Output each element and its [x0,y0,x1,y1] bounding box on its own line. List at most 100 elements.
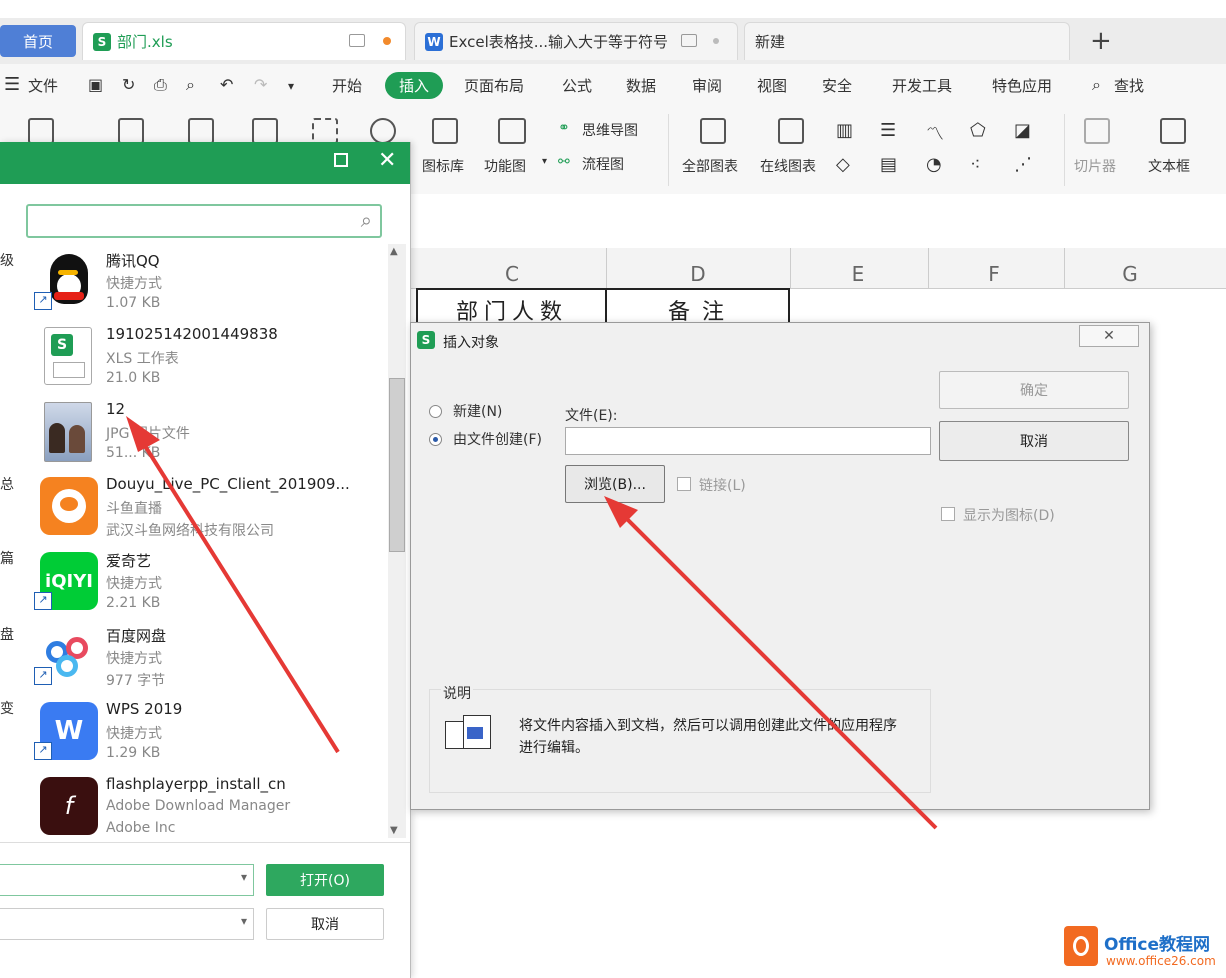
map-chart-icon[interactable]: ◇ [836,154,850,175]
dropdown-icon[interactable]: ▾ [542,156,547,167]
pivot-icon[interactable] [28,118,54,144]
radar-chart-icon[interactable]: ⬠ [970,120,986,141]
menu-security[interactable]: 安全 [822,75,852,96]
ribbon-textbox[interactable]: 文本框 [1148,156,1190,176]
online-charts-icon[interactable] [778,118,804,144]
menu-formula[interactable]: 公式 [562,75,592,96]
file-item[interactable]: f flashplayerpp_install_cn Adobe Downloa… [40,773,380,847]
shape-icon[interactable] [370,118,396,144]
ribbon-mind-map[interactable]: 思维导图 [582,120,638,140]
file-item[interactable]: ↗ 腾讯QQ 快捷方式 1.07 KB [34,248,380,322]
menu-data[interactable]: 数据 [626,75,656,96]
open-button[interactable]: 打开(O) [266,864,384,896]
scroll-down-icon[interactable]: ▼ [390,825,398,836]
slicer-icon[interactable] [1084,118,1110,144]
file-cancel-button[interactable]: 取消 [266,908,384,940]
file-item[interactable]: Douyu_Live_PC_Client_201909... 斗鱼直播 武汉斗鱼… [40,473,380,547]
browse-button[interactable]: 浏览(B)... [565,465,665,503]
picture-icon[interactable] [252,118,278,144]
more-dropdown-icon[interactable]: ▾ [288,79,294,93]
scatter-chart-icon[interactable]: ⁖ [970,154,981,175]
hamburger-icon[interactable]: ☰ [4,74,20,95]
ok-button[interactable]: 确定 [939,371,1129,409]
nav-label[interactable]: 篇 [0,548,14,568]
undo-icon[interactable]: ↶ [220,75,233,94]
all-charts-icon[interactable] [700,118,726,144]
menu-special-apps[interactable]: 特色应用 [992,75,1052,96]
column-header-g[interactable]: G [1110,262,1150,286]
file-path-input[interactable] [565,427,931,455]
nav-label[interactable]: 总 [0,474,14,494]
ribbon-function-chart[interactable]: 功能图 [484,156,526,176]
ribbon-icon-library[interactable]: 图标库 [422,156,464,176]
icon-library-icon[interactable] [432,118,458,144]
search-icon[interactable]: ⌕ [1092,75,1101,95]
chevron-down-icon[interactable]: ▾ [241,870,247,884]
radio-from-file[interactable] [429,433,442,446]
chart-icon[interactable] [118,118,144,144]
nav-label[interactable]: 级 [0,250,14,270]
stock-chart-icon[interactable]: ▤ [880,154,897,175]
menu-review[interactable]: 审阅 [692,75,722,96]
close-icon[interactable]: ✕ [378,148,396,173]
column-header-f[interactable]: F [974,262,1014,286]
menu-insert[interactable]: 插入 [385,72,444,99]
table-icon[interactable] [188,118,214,144]
show-as-icon-checkbox[interactable] [941,507,955,521]
preview-icon[interactable]: ⌕ [186,75,195,95]
ribbon-online-charts[interactable]: 在线图表 [760,156,816,176]
tab-new[interactable]: 新建 [744,22,1070,60]
file-item[interactable]: iQIYI ↗ 爱奇艺 快捷方式 2.21 KB [34,548,380,622]
file-item[interactable]: W ↗ WPS 2019 快捷方式 1.29 KB [34,698,380,772]
monitor-icon[interactable] [681,34,697,47]
file-item[interactable]: S 191025142001449838 XLS 工作表 21.0 KB [40,323,380,397]
menu-page-layout[interactable]: 页面布局 [464,75,524,96]
close-icon[interactable]: ✕ [1079,325,1139,347]
file-item[interactable]: ↗ 百度网盘 快捷方式 977 字节 [34,623,380,697]
tab-file-bumen[interactable]: S 部门.xls [82,22,406,60]
cancel-button[interactable]: 取消 [939,421,1129,461]
function-chart-icon[interactable] [498,118,526,144]
tab-home[interactable]: 首页 [0,25,76,57]
column-header-e[interactable]: E [838,262,878,286]
nav-label[interactable]: 变 [0,698,14,718]
save-icon[interactable]: ▣ [88,75,103,94]
menu-home[interactable]: 开始 [332,75,362,96]
ribbon-flow-chart[interactable]: 流程图 [582,154,624,174]
scrollbar-track[interactable]: ▲ ▼ [388,244,406,838]
screenshot-icon[interactable] [312,118,338,144]
column-chart-icon[interactable]: ▥ [836,120,853,141]
column-header-d[interactable]: D [678,262,718,286]
chevron-down-icon[interactable]: ▾ [241,914,247,928]
file-type-select[interactable]: ▾ [0,908,254,940]
redo-icon[interactable]: ↷ [254,75,267,94]
print-icon[interactable]: ⎙ [154,75,167,95]
radio-new[interactable] [429,405,442,418]
nav-label[interactable]: 盘 [0,624,14,644]
scroll-up-icon[interactable]: ▲ [390,246,398,257]
link-checkbox[interactable] [677,477,691,491]
ribbon-all-charts[interactable]: 全部图表 [682,156,738,176]
bar-chart-icon[interactable]: ☰ [880,120,896,141]
menu-file[interactable]: 文件 [28,75,58,96]
maximize-icon[interactable] [334,153,348,167]
combo-chart-icon[interactable]: ⋰ [1014,154,1032,175]
scrollbar-thumb[interactable] [389,378,405,552]
radio-from-file-label[interactable]: 由文件创建(F) [453,429,542,449]
ribbon-slicer[interactable]: 切片器 [1074,156,1116,176]
tab-file-excel-tips[interactable]: W Excel表格技...输入大于等于符号 [414,22,738,60]
line-chart-icon[interactable]: 〽 [926,120,944,146]
monitor-icon[interactable] [349,34,365,47]
radio-new-label[interactable]: 新建(N) [453,401,502,421]
add-tab-button[interactable]: + [1090,26,1112,56]
textbox-icon[interactable] [1160,118,1186,144]
menu-developer[interactable]: 开发工具 [892,75,952,96]
filename-input[interactable]: ▾ [0,864,254,896]
close-dot-icon[interactable] [713,38,719,44]
menu-view[interactable]: 视图 [757,75,787,96]
menu-find[interactable]: 查找 [1114,75,1144,96]
area-chart-icon[interactable]: ◪ [1014,120,1031,141]
export-icon[interactable]: ↻ [122,75,135,94]
file-item[interactable]: 12 JPG 图片文件 51... KB [40,398,380,472]
column-header-c[interactable]: C [492,262,532,286]
